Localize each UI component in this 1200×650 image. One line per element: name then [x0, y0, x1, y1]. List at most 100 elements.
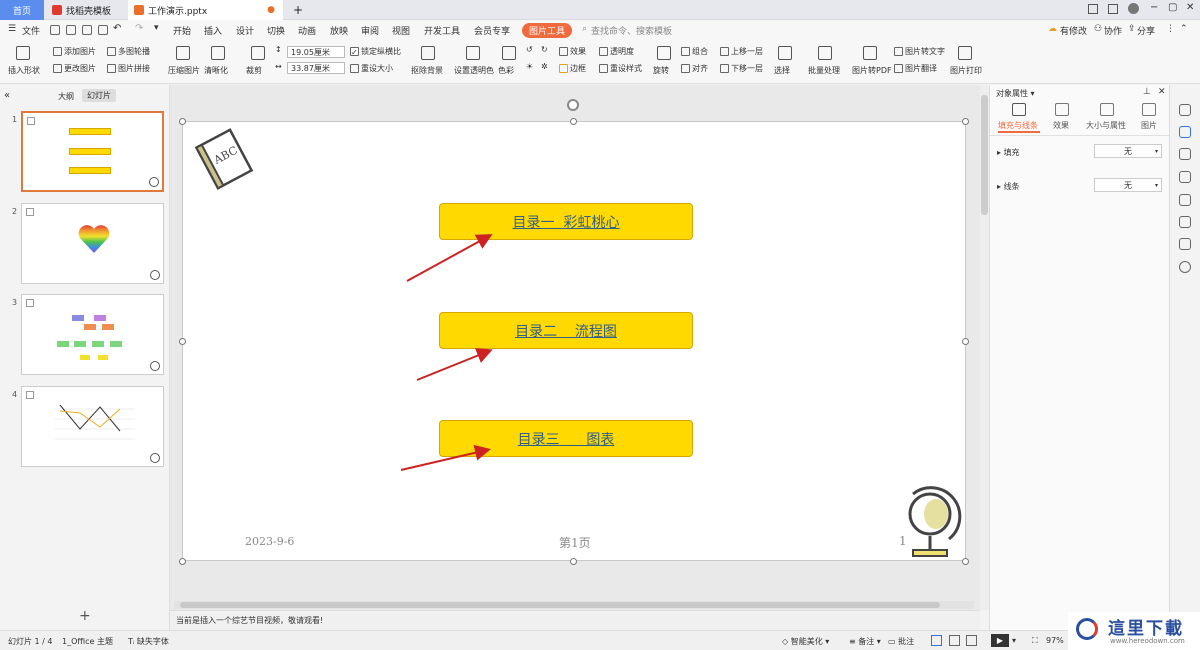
picture-icon[interactable] — [1142, 103, 1156, 116]
print-icon[interactable] — [82, 25, 92, 35]
resize-handle-e[interactable] — [962, 338, 969, 345]
line-dropdown[interactable]: 无 ▾ — [1094, 178, 1162, 192]
tab-fill-line[interactable]: 填充与线条 — [998, 120, 1038, 131]
align-button[interactable]: 对齐 — [681, 63, 708, 74]
book-outline-icon[interactable] — [1179, 238, 1191, 250]
effect-button[interactable]: 效果 — [559, 46, 586, 57]
compress-icon[interactable] — [176, 46, 190, 62]
collapse-ribbon-icon[interactable]: ⌃ — [1180, 24, 1188, 34]
notes-text[interactable]: 当前是插入一个综艺节目视频，敬请观看! — [176, 615, 323, 626]
tab-document[interactable]: 工作演示.pptx ● — [128, 0, 283, 20]
menu-file[interactable]: 文件 — [22, 24, 40, 37]
tab-picture[interactable]: 图片 — [1141, 120, 1157, 131]
menu-insert[interactable]: 插入 — [204, 24, 222, 37]
toc-item-1[interactable]: 目录一 彩虹桃心 — [439, 203, 693, 240]
reset-style-button[interactable]: 重设样式 — [599, 63, 642, 74]
batch-process-button[interactable]: 批量处理 — [808, 65, 840, 76]
slide-switch-icon[interactable] — [1179, 171, 1191, 183]
command-search[interactable]: 查找命令、搜索模板 — [591, 24, 672, 37]
remove-bg-button[interactable]: 抠除背景 — [411, 65, 443, 76]
redo-icon[interactable]: ↷ — [135, 23, 143, 34]
crop-button[interactable]: 裁剪 — [246, 65, 262, 76]
horizontal-scrollbar[interactable] — [174, 601, 974, 609]
menu-start[interactable]: 开始 — [173, 24, 191, 37]
theme-name[interactable]: 1_Office 主题 — [62, 636, 113, 647]
more-dropdown-icon[interactable]: ▾ — [154, 23, 159, 33]
image-stitch-button[interactable]: 图片拼接 — [107, 63, 150, 74]
fill-dropdown[interactable]: 无 ▾ — [1094, 144, 1162, 158]
print-image-icon[interactable] — [958, 46, 972, 62]
save-icon[interactable] — [66, 25, 76, 35]
slide-thumbnail-2[interactable] — [21, 203, 164, 284]
grid-icon[interactable] — [1108, 4, 1118, 14]
normal-view-icon[interactable] — [931, 635, 942, 646]
rotate-icon[interactable] — [657, 46, 671, 62]
transparent-color-icon[interactable] — [466, 46, 480, 62]
tab-outline[interactable]: 大纲 — [58, 91, 74, 102]
zoom-level[interactable]: 97% — [1046, 636, 1064, 645]
collab-button[interactable]: 协作 — [1104, 24, 1122, 37]
slide-thumbnail-4[interactable] — [21, 386, 164, 467]
border-button[interactable]: 边框 — [559, 63, 586, 74]
undo-icon[interactable]: ↶ — [113, 23, 121, 34]
modified-status[interactable]: 有修改 — [1060, 24, 1087, 37]
size-property-icon[interactable] — [1100, 103, 1114, 116]
fill-expander[interactable]: ▸ 填充 — [997, 147, 1020, 158]
toc-item-3[interactable]: 目录三 图表 — [439, 420, 693, 457]
group-button[interactable]: 组合 — [681, 46, 708, 57]
more-icon[interactable]: ⋮ — [1166, 24, 1175, 34]
pin-icon[interactable]: ⊥ — [1143, 87, 1151, 97]
change-image-button[interactable]: 更改图片 — [53, 63, 96, 74]
resize-handle-ne[interactable] — [962, 118, 969, 125]
multi-image-carousel-button[interactable]: 多图轮播 — [107, 46, 150, 57]
tab-home[interactable]: 首页 — [0, 0, 44, 20]
missing-font-button[interactable]: Tᵢ 缺失字体 — [128, 636, 169, 647]
line-expander[interactable]: ▸ 线条 — [997, 181, 1020, 192]
rotate-button[interactable]: 旋转 — [653, 65, 669, 76]
brightness-icon[interactable]: ☀ — [526, 62, 533, 71]
image-to-text-button[interactable]: 图片转文字 — [894, 46, 945, 57]
play-slideshow-icon[interactable]: ▶ — [991, 634, 1009, 647]
insert-shape-button[interactable]: 插入形状 — [8, 65, 40, 76]
select-button[interactable]: 选择 — [774, 65, 790, 76]
resize-handle-s[interactable] — [570, 558, 577, 565]
clarify-button[interactable]: 清晰化 — [204, 65, 228, 76]
avatar[interactable] — [1128, 3, 1139, 14]
bring-forward-button[interactable]: 上移一层 — [720, 46, 763, 57]
scrollbar-thumb[interactable] — [981, 95, 988, 215]
fit-icon[interactable]: ⛶ — [1032, 636, 1038, 646]
menu-member[interactable]: 会员专享 — [474, 24, 510, 37]
fill-line-icon[interactable] — [1012, 103, 1026, 116]
toc-item-2[interactable]: 目录二 流程图 — [439, 312, 693, 349]
resize-handle-n[interactable] — [570, 118, 577, 125]
notes-button[interactable]: ≡ 备注 ▾ — [849, 636, 881, 647]
effect-icon[interactable] — [1055, 103, 1069, 116]
smart-beautify-button[interactable]: ◇ 智能美化 ▾ — [782, 636, 829, 647]
resize-handle-nw[interactable] — [179, 118, 186, 125]
slide-thumbnail-1[interactable] — [21, 111, 164, 192]
animation-icon[interactable] — [1179, 148, 1191, 160]
sorter-view-icon[interactable] — [949, 635, 960, 646]
compress-image-button[interactable]: 压缩图片 — [168, 65, 200, 76]
image-icon[interactable] — [1179, 194, 1191, 206]
layout-icon[interactable] — [1088, 4, 1098, 14]
to-pdf-icon[interactable] — [863, 46, 877, 62]
color-button[interactable]: 色彩 — [498, 65, 514, 76]
reset-size-button[interactable]: 重设大小 — [350, 63, 393, 74]
menu-design[interactable]: 设计 — [236, 24, 254, 37]
menu-transition[interactable]: 切换 — [267, 24, 285, 37]
resize-handle-w[interactable] — [179, 338, 186, 345]
tab-effect[interactable]: 效果 — [1053, 120, 1069, 131]
batch-icon[interactable] — [818, 46, 832, 62]
color-icon[interactable] — [502, 46, 516, 62]
contrast-icon[interactable]: ✲ — [541, 62, 548, 71]
menu-view[interactable]: 视图 — [392, 24, 410, 37]
properties-icon[interactable] — [1179, 126, 1191, 138]
transparency-button[interactable]: 透明度 — [599, 46, 634, 57]
hamburger-icon[interactable]: ☰ — [8, 24, 16, 34]
send-backward-button[interactable]: 下移一层 — [720, 63, 763, 74]
add-image-button[interactable]: 添加图片 — [53, 46, 96, 57]
crop-icon[interactable] — [251, 46, 265, 62]
insert-shape-icon[interactable] — [16, 46, 30, 62]
scrollbar-thumb[interactable] — [180, 602, 940, 608]
